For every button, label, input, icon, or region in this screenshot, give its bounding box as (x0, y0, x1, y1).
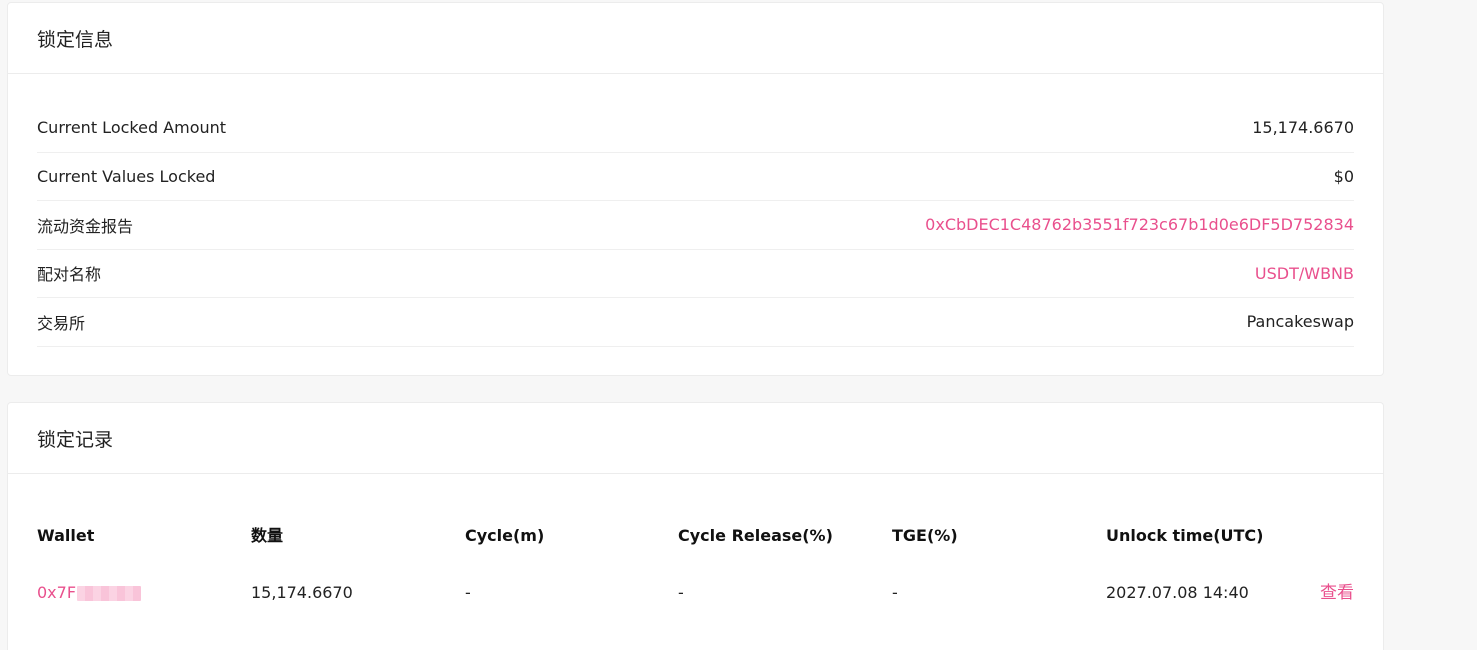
lock-info-list: Current Locked Amount 15,174.6670 Curren… (37, 104, 1354, 347)
amount-cell: 15,174.6670 (251, 583, 353, 602)
column-header-unlock-time: Unlock time(UTC) (1106, 526, 1264, 545)
info-value: Pancakeswap (1246, 312, 1354, 332)
column-header-amount: 数量 (251, 526, 284, 545)
info-row-locked-amount: Current Locked Amount 15,174.6670 (37, 104, 1354, 153)
column-header-tge: TGE(%) (892, 526, 958, 545)
tge-cell: - (892, 583, 898, 602)
column-header-cycle-release: Cycle Release(%) (678, 526, 833, 545)
info-label: Current Values Locked (37, 166, 216, 186)
lock-info-card: 锁定信息 Current Locked Amount 15,174.6670 C… (7, 2, 1384, 376)
unlock-time-cell: 2027.07.08 14:40 (1106, 583, 1249, 602)
redacted-address-blur (77, 586, 142, 601)
info-row-exchange: 交易所 Pancakeswap (37, 298, 1354, 347)
lock-records-table: Wallet 数量 Cycle(m) Cycle Release(%) TGE(… (37, 516, 1354, 613)
info-label: 交易所 (37, 313, 86, 333)
info-value: 15,174.6670 (1252, 118, 1354, 138)
info-label: Current Locked Amount (37, 118, 227, 138)
table-row: 0x7F 15,174.6670 - - - 2027.07.08 14:40 … (37, 573, 1354, 613)
info-row-values-locked: Current Values Locked $0 (37, 153, 1354, 201)
view-button[interactable]: 查看 (1320, 573, 1354, 613)
cycle-cell: - (465, 583, 471, 602)
info-value: $0 (1333, 166, 1354, 186)
lock-info-title: 锁定信息 (8, 3, 1383, 74)
pair-name-link[interactable]: USDT/WBNB (1255, 264, 1354, 283)
cycle-release-cell: - (678, 583, 684, 602)
column-header-wallet: Wallet (37, 526, 95, 545)
liquidity-address-link[interactable]: 0xCbDEC1C48762b3551f723c67b1d0e6DF5D7528… (925, 215, 1354, 234)
info-label: 流动资金报告 (37, 216, 134, 236)
table-header-row: Wallet 数量 Cycle(m) Cycle Release(%) TGE(… (37, 516, 1354, 556)
lock-records-card: 锁定记录 Wallet 数量 Cycle(m) Cycle Release(%)… (7, 402, 1384, 650)
lock-records-title: 锁定记录 (8, 403, 1383, 474)
info-label: 配对名称 (37, 265, 102, 285)
column-header-cycle: Cycle(m) (465, 526, 545, 545)
info-row-pair-name: 配对名称 USDT/WBNB (37, 250, 1354, 298)
wallet-address-link[interactable]: 0x7F (37, 583, 76, 602)
wallet-cell: 0x7F (37, 573, 142, 613)
info-row-liquidity-report: 流动资金报告 0xCbDEC1C48762b3551f723c67b1d0e6D… (37, 201, 1354, 250)
